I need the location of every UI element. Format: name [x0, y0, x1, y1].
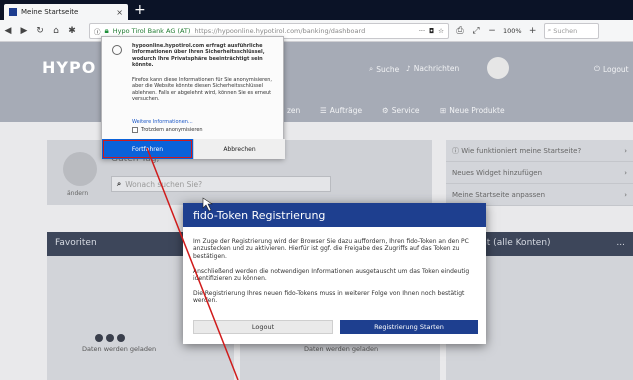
search-icon: ⌕	[547, 26, 552, 34]
permission-buttons: Fortfahren Abbrechen	[102, 139, 285, 159]
nav-label-partial: zen	[287, 106, 301, 115]
dialog-logout-button[interactable]: Logout	[193, 320, 333, 334]
nav-item-partial[interactable]: zen	[287, 106, 300, 115]
nav-new-products-label: Neue Produkte	[449, 106, 505, 115]
browser-toolbar: ◀ ▶ ↻ ⌂ ✱ ⓘ 🔒︎ Hypo Tirol Bank AG (AT) h…	[0, 20, 633, 42]
help-icon: ⓘ	[452, 146, 462, 155]
header-search-label: Suche	[376, 64, 400, 74]
anonymize-checkbox[interactable]: Trotzdem anonymisieren	[132, 127, 203, 133]
cancel-button[interactable]: Abbrechen	[193, 139, 285, 159]
widget-menu-icon[interactable]: ...	[616, 238, 625, 250]
quicklink-how-it-works[interactable]: ⓘ Wie funktioniert meine Startseite? ›	[446, 140, 633, 162]
site-identity[interactable]: Hypo Tirol Bank AG (AT)	[113, 27, 191, 35]
info-icon[interactable]: ⓘ	[94, 26, 101, 36]
search-icon: ⌕	[117, 179, 122, 188]
nav-orders-label: Aufträge	[329, 106, 363, 115]
security-key-permission-popup: hypoonline.hypotirol.com erfragt ausführ…	[101, 36, 285, 159]
quicklink-label: Meine Startseite anpassen	[452, 190, 546, 199]
forward-icon[interactable]: ▶	[19, 26, 29, 36]
home-icon[interactable]: ⌂	[51, 26, 61, 36]
back-icon[interactable]: ◀	[3, 26, 13, 36]
header-messages-link[interactable]: ♪ Nachrichten	[406, 64, 459, 73]
header-messages-label: Nachrichten	[413, 64, 460, 73]
favicon-icon	[9, 8, 17, 16]
print-icon[interactable]: ⎙	[455, 26, 465, 36]
nav-item-orders[interactable]: ☰ Aufträge	[320, 106, 362, 115]
site-header: HYPO ⌕ Suche ♪ Nachrichten ⏻ Logout zen …	[0, 42, 633, 122]
fido-registration-dialog: fido-Token Registrierung Im Zuge der Reg…	[183, 203, 486, 344]
tab-title: Meine Startseite	[21, 8, 79, 16]
extension-icon[interactable]: ✱	[67, 26, 77, 36]
loading-text-middle: Daten werden geladen	[304, 345, 379, 353]
browser-tab[interactable]: Meine Startseite ×	[4, 4, 128, 20]
start-registration-button[interactable]: Registrierung Starten	[340, 320, 478, 334]
permission-message: hypoonline.hypotirol.com erfragt ausführ…	[132, 43, 265, 69]
security-key-icon	[112, 45, 122, 55]
zoom-out-icon[interactable]: −	[487, 26, 497, 36]
user-avatar[interactable]	[487, 57, 509, 79]
chevron-right-icon: ›	[624, 168, 627, 177]
permission-explanation: Firefox kann diese Informationen für Sie…	[132, 77, 272, 103]
zoom-level[interactable]: 100%	[503, 27, 522, 35]
continue-button[interactable]: Fortfahren	[102, 139, 193, 159]
gear-icon: ⚙	[382, 106, 389, 115]
grid-icon: ⊞	[440, 106, 447, 115]
checkbox-icon[interactable]	[132, 127, 138, 133]
header-logout-link[interactable]: ⏻ Logout	[594, 64, 629, 74]
browser-tab-bar: Meine Startseite × +	[0, 0, 633, 20]
reload-icon[interactable]: ↻	[35, 26, 45, 36]
browser-search-placeholder: Suchen	[553, 26, 578, 35]
document-icon: ☰	[320, 106, 327, 115]
loading-text-left: Daten werden geladen	[82, 345, 157, 353]
quicklinks-list: ⓘ Wie funktioniert meine Startseite? › N…	[446, 140, 633, 206]
anonymize-checkbox-label: Trotzdem anonymisieren	[141, 127, 203, 133]
fullscreen-icon[interactable]: ⤢	[471, 26, 481, 36]
search-icon: ⌕	[369, 64, 374, 73]
power-icon: ⏻	[594, 64, 600, 73]
profile-avatar[interactable]	[63, 152, 97, 186]
bank-logo[interactable]: HYPO	[42, 58, 96, 77]
change-avatar-link[interactable]: ändern	[67, 190, 88, 197]
dialog-paragraph: Im Zuge der Registrierung wird der Brows…	[193, 238, 469, 260]
dialog-title: fido-Token Registrierung	[183, 203, 486, 227]
dashboard-search-input[interactable]: ⌕ Wonach suchen Sie?	[111, 176, 331, 192]
bell-icon: ♪	[406, 64, 411, 73]
chevron-right-icon: ›	[624, 146, 627, 155]
more-info-link[interactable]: Weitere Informationen...	[132, 119, 193, 125]
browser-search-input[interactable]: ⌕ Suchen	[543, 22, 599, 39]
dialog-paragraph: Anschließend werden die notwendigen Info…	[193, 268, 470, 283]
page-actions-icon[interactable]: ···	[419, 27, 425, 35]
quicklink-label: Wie funktioniert meine Startseite?	[461, 146, 582, 155]
header-logout-label: Logout	[602, 64, 629, 74]
loading-spinner-icon	[95, 334, 125, 342]
quicklink-label: Neues Widget hinzufügen	[452, 168, 543, 177]
nav-item-new-products[interactable]: ⊞ Neue Produkte	[440, 106, 505, 115]
quicklink-add-widget[interactable]: Neues Widget hinzufügen ›	[446, 162, 633, 184]
lock-icon[interactable]: 🔒︎	[105, 26, 109, 36]
chevron-right-icon: ›	[624, 190, 627, 199]
bookmark-star-icon[interactable]: ☆	[438, 27, 444, 35]
nav-item-service[interactable]: ⚙ Service	[382, 106, 419, 115]
url-text[interactable]: https://hypoonline.hypotirol.com/banking…	[194, 27, 414, 35]
header-search-link[interactable]: ⌕ Suche	[369, 64, 399, 74]
zoom-in-icon[interactable]: +	[528, 26, 538, 36]
tab-close-icon[interactable]: ×	[116, 8, 123, 17]
new-tab-button[interactable]: +	[134, 2, 146, 18]
nav-service-label: Service	[391, 106, 420, 115]
dialog-paragraph: Die Registrierung Ihres neuen fido-Token…	[193, 290, 465, 305]
pocket-icon[interactable]: ◘	[429, 27, 434, 35]
dashboard-search-placeholder: Wonach suchen Sie?	[125, 179, 203, 189]
